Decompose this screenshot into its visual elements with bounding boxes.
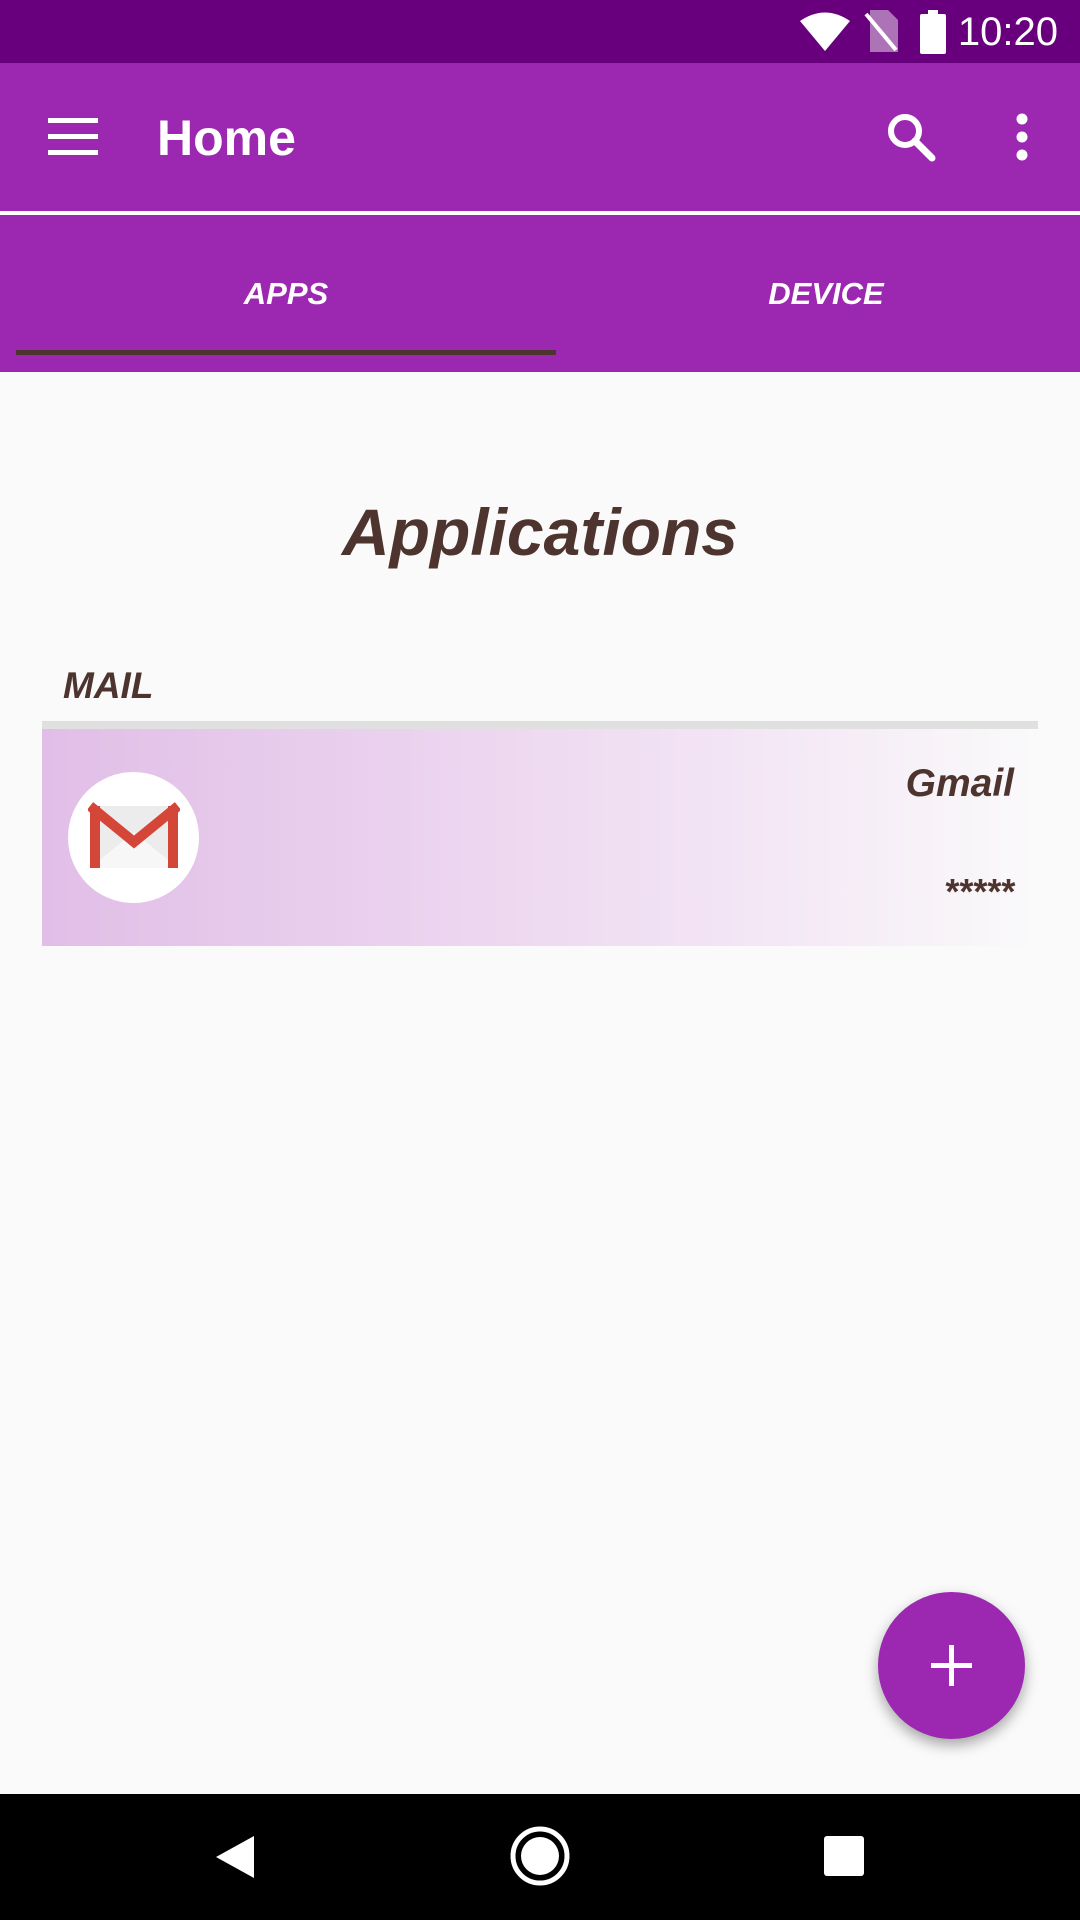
tab-indicator xyxy=(16,350,556,355)
app-name: Gmail xyxy=(905,762,1014,805)
applications-heading: Applications xyxy=(341,495,739,569)
status-time: 10:20 xyxy=(957,10,1058,54)
status-bar: 10:20 xyxy=(0,0,1080,63)
app-password: ***** xyxy=(943,871,1014,912)
gmail-icon xyxy=(88,802,180,868)
page-title: Home xyxy=(157,110,296,166)
tab-device[interactable]: DEVICE xyxy=(556,215,1080,372)
recents-icon[interactable] xyxy=(824,1836,864,1876)
plus-icon xyxy=(931,1645,972,1686)
app-card-gmail[interactable]: Gmail ***** xyxy=(42,729,1038,946)
app-icon-container xyxy=(68,772,199,903)
home-icon[interactable] xyxy=(509,1825,571,1887)
tab-apps[interactable]: APPS xyxy=(16,215,556,372)
search-icon[interactable] xyxy=(886,112,936,162)
navigation-bar xyxy=(0,1794,1080,1920)
no-sim-icon xyxy=(864,10,898,52)
menu-icon[interactable] xyxy=(48,118,98,156)
back-icon[interactable] xyxy=(214,1834,256,1880)
wifi-icon xyxy=(800,12,850,51)
battery-icon xyxy=(920,10,946,54)
add-button[interactable] xyxy=(878,1592,1025,1739)
section-divider xyxy=(42,721,1038,729)
more-vert-icon[interactable] xyxy=(1012,112,1032,162)
tab-bar: APPS DEVICE xyxy=(0,215,1080,372)
section-label-mail: MAIL xyxy=(63,665,154,706)
